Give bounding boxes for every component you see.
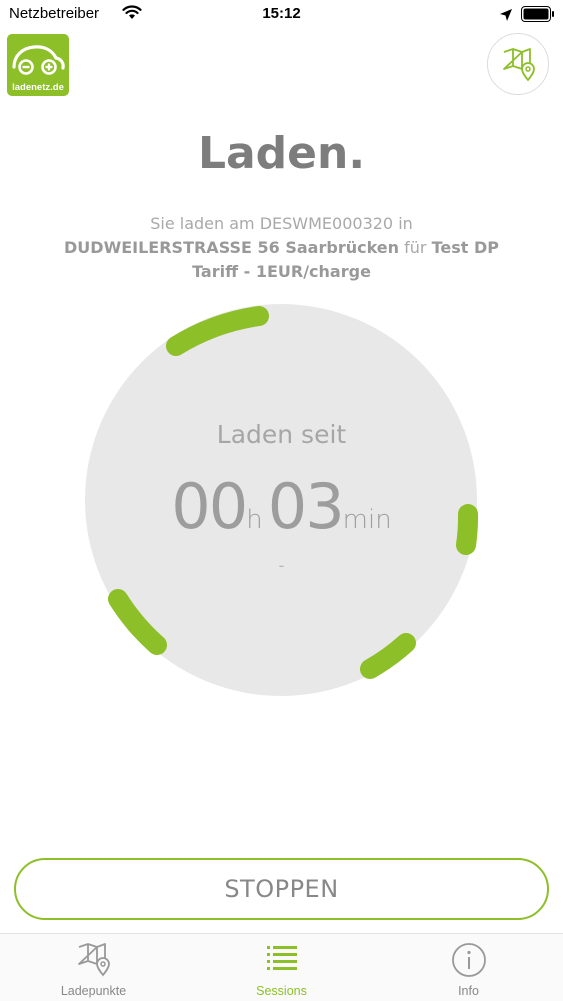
tab-label: Sessions: [256, 984, 307, 998]
status-bar: Netzbetreiber 15:12: [0, 0, 563, 30]
info-icon: [451, 943, 486, 977]
charging-info-connector: für: [404, 238, 427, 257]
energy-readout: -: [278, 556, 285, 575]
list-icon: [266, 946, 297, 970]
minutes-unit: min: [342, 505, 392, 535]
tab-label: Info: [458, 984, 479, 998]
elapsed-time: 00h 03min: [0, 470, 563, 543]
location-arrow-icon: [499, 7, 513, 26]
stop-charging-button[interactable]: STOPPEN: [14, 858, 549, 920]
ladenetz-logo: ladenetz.de: [7, 34, 69, 96]
map-button[interactable]: [487, 33, 549, 95]
elapsed-minutes: 03: [267, 470, 345, 543]
tab-label: Ladepunkte: [60, 984, 127, 998]
page-title: Laden.: [197, 128, 366, 179]
tab-sessions[interactable]: Sessions: [188, 934, 375, 1001]
tab-ladepunkte[interactable]: Ladepunkte: [0, 934, 187, 1001]
status-time: 15:12: [262, 5, 301, 22]
charging-location: DUDWEILERSTRASSE 56 Saarbrücken: [64, 238, 400, 257]
tab-bar: Ladepunkte Sessions Info: [0, 933, 563, 1001]
charging-since-label: Laden seit: [216, 420, 347, 449]
charging-info: Sie laden am DESWME000320 in DUDWEILERST…: [40, 212, 523, 284]
charging-info-prefix: Sie laden am DESWME000320 in: [150, 214, 413, 233]
hours-unit: h: [246, 505, 263, 535]
elapsed-hours: 00: [171, 470, 248, 543]
car-plug-icon: [12, 45, 65, 75]
logo-text: ladenetz.de: [12, 82, 64, 93]
map-pin-icon: [77, 943, 110, 977]
battery-icon: [521, 6, 555, 26]
tab-info[interactable]: Info: [375, 934, 562, 1001]
map-icon: [503, 48, 535, 82]
